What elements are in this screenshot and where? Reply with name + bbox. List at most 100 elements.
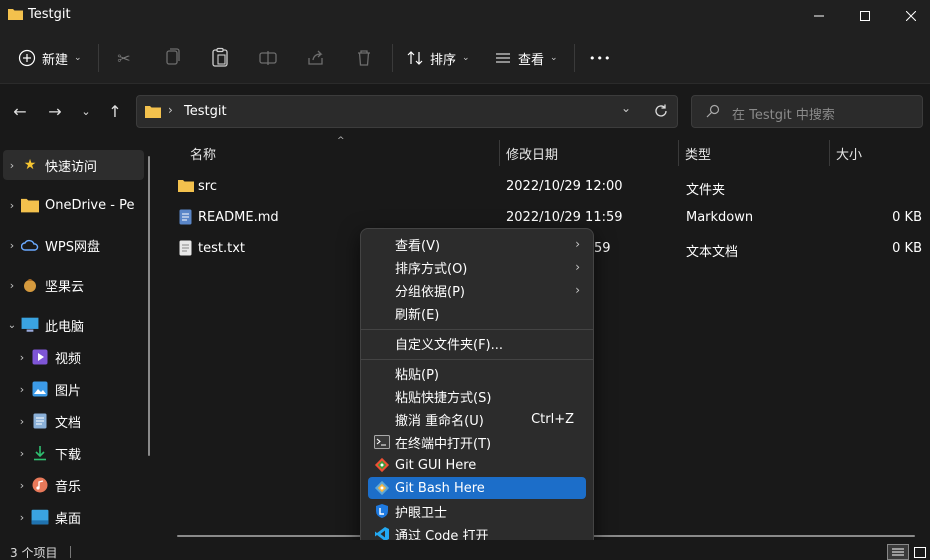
chevron-right-icon: ›	[19, 414, 25, 428]
file-name: src	[198, 179, 217, 194]
maximize-button[interactable]	[842, 0, 888, 32]
sidebar-item-this-pc[interactable]: ⌄ 此电脑	[3, 310, 153, 340]
up-button[interactable]: ↑	[102, 98, 128, 124]
menu-item-eye-guard[interactable]: 护眼卫士	[368, 500, 586, 522]
menu-item-undo-rename[interactable]: 撤消 重命名(U) Ctrl+Z	[368, 408, 586, 430]
document-icon	[33, 413, 47, 429]
more-button[interactable]: •••	[589, 46, 611, 70]
sidebar-item-documents[interactable]: › 文档	[13, 406, 163, 436]
menu-item-git-gui[interactable]: Git GUI Here	[368, 454, 586, 476]
menu-item-view[interactable]: 查看(V) ›	[368, 233, 586, 255]
shield-icon	[375, 504, 388, 518]
download-icon	[34, 446, 46, 461]
column-header-type[interactable]: 类型	[685, 144, 711, 164]
column-divider[interactable]	[678, 140, 679, 166]
title-bar	[0, 0, 930, 32]
scissors-icon: ✂	[117, 48, 131, 68]
shortcut-label: Ctrl+Z	[531, 411, 574, 427]
sidebar-item-pictures[interactable]: › 图片	[13, 374, 163, 404]
menu-item-customize-folder[interactable]: 自定义文件夹(F)...	[368, 332, 586, 354]
file-name: test.txt	[198, 241, 245, 256]
trash-icon	[358, 50, 370, 66]
menu-item-sort-by[interactable]: 排序方式(O) ›	[368, 256, 586, 278]
toolbar-divider	[98, 44, 99, 72]
copy-button[interactable]	[160, 46, 184, 70]
chevron-right-icon: ›	[19, 446, 25, 460]
cut-button[interactable]: ✂	[112, 46, 136, 70]
sidebar-item-videos[interactable]: › 视频	[13, 342, 163, 372]
file-type: 文件夹	[686, 183, 726, 198]
chevron-right-icon: ›	[19, 382, 25, 396]
file-size: 0 KB	[892, 210, 922, 225]
image-icon	[32, 381, 48, 397]
menu-item-paste[interactable]: 粘贴(P)	[368, 362, 586, 384]
new-button[interactable]: 新建 ⌄	[18, 46, 82, 70]
details-view-button[interactable]	[887, 544, 909, 560]
menu-item-git-bash[interactable]: Git Bash Here	[368, 477, 586, 499]
cloud-icon	[21, 239, 39, 251]
file-modified: 2022/10/29 11:59	[506, 210, 623, 225]
column-header-name[interactable]: 名称	[190, 144, 216, 164]
close-icon	[906, 11, 916, 21]
paste-button[interactable]	[208, 46, 232, 70]
menu-item-refresh[interactable]: 刷新(E)	[368, 302, 586, 324]
arrow-right-icon: →	[48, 101, 62, 121]
sidebar-item-quick-access[interactable]: › ★ 快速访问	[3, 150, 144, 180]
toolbar-divider	[574, 44, 575, 72]
new-label: 新建	[42, 52, 69, 68]
plus-circle-icon	[18, 49, 36, 67]
menu-item-open-terminal[interactable]: 在终端中打开(T)	[368, 431, 586, 453]
sidebar-item-downloads[interactable]: › 下载	[13, 438, 163, 468]
delete-button[interactable]	[352, 46, 376, 70]
share-button[interactable]	[304, 46, 328, 70]
file-type: Markdown	[686, 210, 754, 225]
sidebar-item-wps[interactable]: › WPS网盘	[3, 230, 153, 260]
column-divider[interactable]	[829, 140, 830, 166]
copy-icon	[166, 48, 180, 65]
sort-button[interactable]: 排序 ⌄	[406, 46, 470, 70]
sidebar-item-onedrive[interactable]: › OneDrive - Pers	[3, 190, 153, 220]
terminal-icon	[373, 435, 390, 449]
minimize-button[interactable]	[796, 0, 842, 32]
chevron-right-icon: ›	[9, 198, 15, 212]
recent-button[interactable]: ⌄	[73, 98, 99, 124]
status-divider	[70, 546, 71, 558]
star-icon: ★	[23, 157, 37, 173]
monitor-icon	[21, 317, 39, 332]
file-modified: 2022/10/29 12:00	[506, 179, 623, 194]
window-title: Testgit	[28, 7, 71, 22]
clipboard-icon	[212, 47, 228, 67]
chevron-down-icon: ⌄	[7, 319, 17, 331]
address-history-button[interactable]: ⌄	[621, 101, 631, 115]
chevron-right-icon: ›	[575, 283, 580, 297]
view-button[interactable]: 查看 ⌄	[494, 46, 558, 70]
sidebar-item-desktop[interactable]: › 桌面	[13, 502, 163, 532]
git-bash-icon	[374, 480, 389, 496]
rename-button[interactable]	[256, 46, 280, 70]
tiles-view-button[interactable]	[911, 544, 929, 560]
sidebar-scrollbar[interactable]	[148, 156, 150, 456]
forward-button[interactable]: →	[42, 98, 68, 124]
video-icon	[32, 349, 48, 365]
menu-item-paste-shortcut[interactable]: 粘贴快捷方式(S)	[368, 385, 586, 407]
column-header-size[interactable]: 大小	[836, 144, 862, 164]
menu-separator	[361, 329, 593, 330]
chevron-right-icon: ›	[9, 238, 15, 252]
column-header-modified[interactable]: 修改日期	[506, 144, 558, 164]
chevron-down-icon: ⌄	[550, 53, 558, 63]
breadcrumb-testgit[interactable]: Testgit	[184, 104, 227, 119]
sort-label: 排序	[430, 52, 457, 68]
back-button[interactable]: ←	[7, 98, 33, 124]
folder-icon	[21, 198, 39, 213]
more-icon: •••	[589, 51, 612, 65]
sidebar-item-music[interactable]: › 音乐	[13, 470, 163, 500]
menu-item-group-by[interactable]: 分组依据(P) ›	[368, 279, 586, 301]
view-lines-icon	[496, 53, 510, 63]
column-divider[interactable]	[499, 140, 500, 166]
desktop-icon	[31, 509, 49, 525]
sidebar-item-jianguoyun[interactable]: › 坚果云	[3, 270, 153, 300]
details-view-icon	[892, 548, 904, 556]
refresh-icon[interactable]	[653, 103, 669, 119]
close-button[interactable]	[888, 0, 930, 32]
search-icon	[706, 104, 720, 118]
